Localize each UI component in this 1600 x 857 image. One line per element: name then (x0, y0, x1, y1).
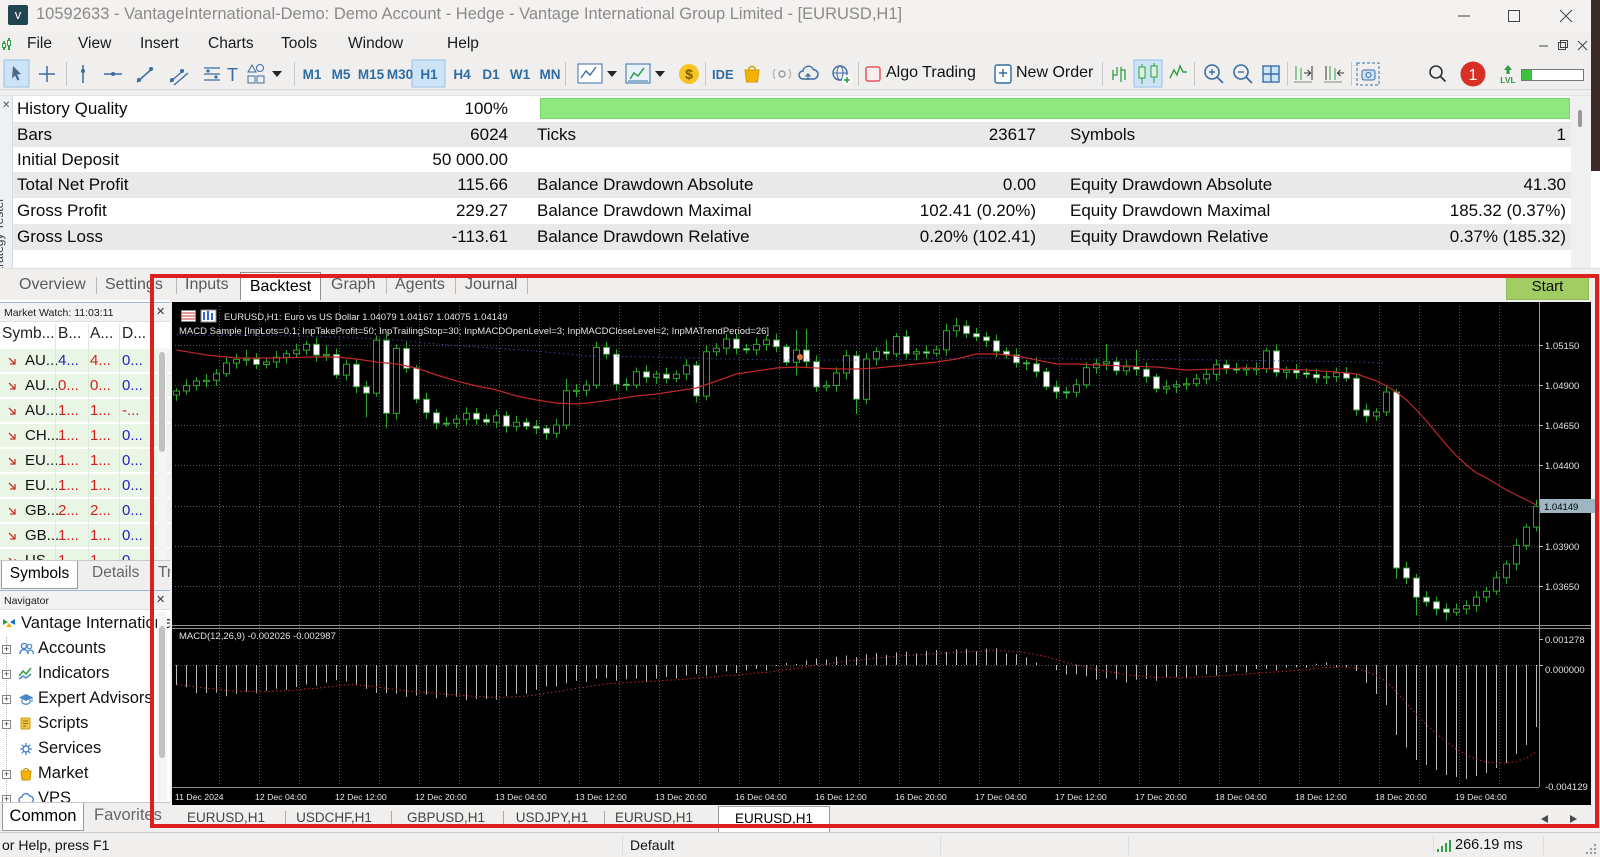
svg-text:MN: MN (540, 67, 561, 82)
svg-text:D1: D1 (482, 67, 500, 82)
svg-text:IDE: IDE (712, 67, 734, 82)
svg-text:T: T (227, 65, 238, 85)
svg-text:M15: M15 (358, 67, 385, 82)
svg-text:LVL: LVL (1500, 75, 1515, 85)
svg-text:M1: M1 (303, 67, 322, 82)
svg-text:H1: H1 (420, 67, 438, 82)
svg-text:1: 1 (1469, 67, 1478, 84)
svg-text:W1: W1 (510, 67, 531, 82)
svg-text:$: $ (685, 66, 693, 82)
svg-text:H4: H4 (453, 67, 471, 82)
svg-text:M5: M5 (332, 67, 351, 82)
svg-text:M30: M30 (387, 67, 413, 82)
